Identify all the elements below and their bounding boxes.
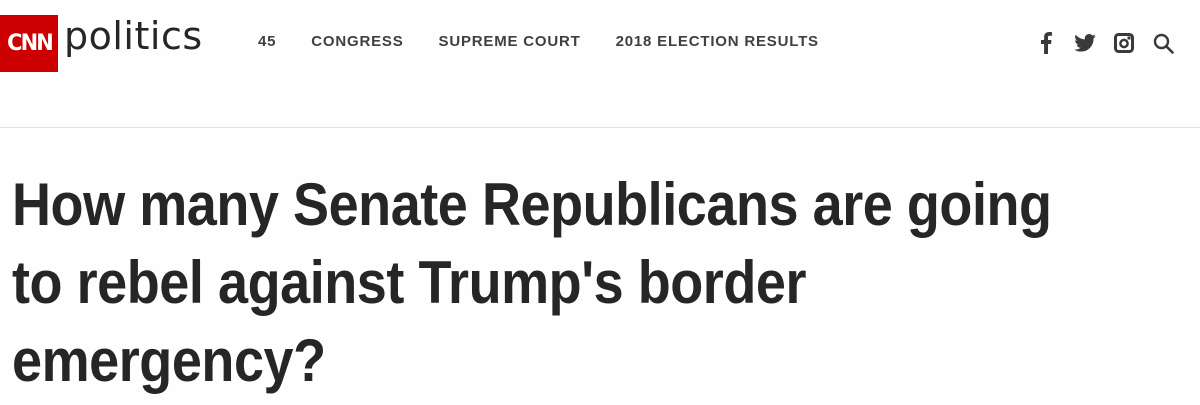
twitter-icon[interactable] — [1074, 32, 1096, 54]
search-icon[interactable] — [1152, 32, 1174, 54]
instagram-icon[interactable] — [1113, 32, 1135, 54]
header-icons — [1035, 32, 1174, 54]
facebook-icon[interactable] — [1035, 32, 1057, 54]
logo-text: CNN — [6, 31, 54, 56]
main-nav: 45 CONGRESS SUPREME COURT 2018 ELECTION … — [258, 33, 819, 50]
nav-item-congress[interactable]: CONGRESS — [311, 33, 403, 50]
section-name-politics[interactable]: politics — [64, 14, 203, 58]
article-headline: How many Senate Republicans are going to… — [12, 171, 1052, 394]
nav-item-supreme-court[interactable]: SUPREME COURT — [439, 33, 581, 50]
nav-item-election-results[interactable]: 2018 ELECTION RESULTS — [616, 33, 819, 50]
nav-item-45[interactable]: 45 — [258, 33, 276, 50]
site-header: CNN politics 45 CONGRESS SUPREME COURT 2… — [0, 0, 1200, 128]
cnn-logo[interactable]: CNN — [0, 15, 58, 72]
